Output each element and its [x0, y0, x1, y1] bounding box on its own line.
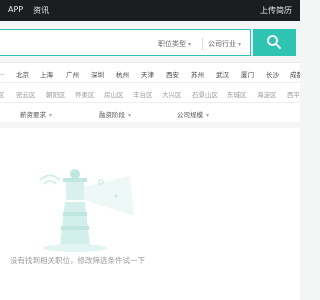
district-item[interactable]: 大兴区 — [162, 89, 182, 99]
district-item[interactable]: 怀柔区 — [75, 89, 95, 99]
city-item[interactable]: 成都 — [290, 69, 300, 79]
search-button[interactable] — [253, 29, 296, 56]
district-item[interactable]: 东城区 — [227, 89, 247, 99]
results-area: 没有找到相关职位，修改筛选条件试一下 — [0, 128, 300, 300]
district-item[interactable]: 丰台区 — [133, 89, 153, 99]
search-icon — [267, 35, 281, 49]
city-item[interactable]: 深圳 — [91, 69, 104, 79]
chevron-down-icon: ▾ — [188, 41, 192, 48]
district-item-partial[interactable]: 区 — [0, 89, 5, 99]
city-item[interactable]: 长沙 — [266, 69, 279, 79]
district-item[interactable]: 朝阳区 — [46, 89, 66, 99]
position-type-dropdown[interactable]: 职位类型 ▾ — [158, 39, 191, 49]
lighthouse-illustration — [39, 169, 134, 252]
city-item[interactable]: 苏州 — [191, 69, 204, 79]
upload-resume-link[interactable]: 上传简历 — [260, 5, 292, 16]
top-nav: APP 资讯 — [8, 5, 49, 16]
city-filter-row: ... 北京 上海 广州 深圳 杭州 天津 西安 苏州 武汉 厦门 长沙 成都 — [0, 63, 300, 83]
salary-select[interactable]: 薪资要求 ▾ — [20, 109, 52, 119]
district-item[interactable]: 石景山区 — [192, 89, 218, 99]
position-type-label: 职位类型 — [158, 40, 186, 48]
empty-state-message: 没有找到相关职位，修改筛选条件试一下 — [10, 256, 145, 265]
nav-news[interactable]: 资讯 — [33, 5, 49, 16]
company-scale-select[interactable]: 公司规模 ▾ — [177, 109, 209, 119]
industry-dropdown[interactable]: 公司行业 ▾ — [208, 39, 241, 49]
city-item[interactable]: 西安 — [166, 69, 179, 79]
chevron-down-icon: ▾ — [49, 112, 53, 119]
top-bar: APP 资讯 上传简历 — [0, 0, 300, 21]
search-area: 职位类型 ▾ 公司行业 ▾ — [0, 21, 300, 62]
district-item[interactable]: 西平 — [287, 89, 300, 99]
city-item[interactable]: 武汉 — [216, 69, 229, 79]
city-item[interactable]: 广州 — [66, 69, 79, 79]
chevron-down-icon: ▾ — [206, 112, 210, 119]
divider — [202, 38, 203, 50]
nav-app[interactable]: APP — [8, 5, 23, 16]
funding-stage-label: 融资阶段 — [99, 111, 125, 119]
district-item[interactable]: 海淀区 — [257, 89, 277, 99]
chevron-down-icon: ▾ — [128, 112, 132, 119]
city-item[interactable]: 天津 — [141, 69, 154, 79]
filters-panel: ... 北京 上海 广州 深圳 杭州 天津 西安 苏州 武汉 厦门 长沙 成都 … — [0, 62, 300, 122]
industry-label: 公司行业 — [208, 40, 236, 48]
search-input[interactable]: 职位类型 ▾ 公司行业 ▾ — [0, 29, 251, 56]
city-item[interactable]: 上海 — [40, 69, 53, 79]
city-item-partial[interactable]: ... — [0, 69, 4, 77]
funding-stage-select[interactable]: 融资阶段 ▾ — [99, 109, 131, 119]
company-scale-label: 公司规模 — [177, 111, 203, 119]
selector-row: 薪资要求 ▾ 融资阶段 ▾ 公司规模 ▾ — [0, 103, 300, 123]
salary-label: 薪资要求 — [20, 111, 46, 119]
city-item[interactable]: 厦门 — [241, 69, 254, 79]
city-item[interactable]: 北京 — [16, 69, 29, 79]
city-item[interactable]: 杭州 — [116, 69, 129, 79]
chevron-down-icon: ▾ — [238, 41, 242, 48]
district-item[interactable]: 房山区 — [104, 89, 124, 99]
district-filter-row: 区 密云区 朝阳区 怀柔区 房山区 丰台区 大兴区 石景山区 东城区 海淀区 西… — [0, 83, 300, 103]
district-item[interactable]: 密云区 — [16, 89, 36, 99]
